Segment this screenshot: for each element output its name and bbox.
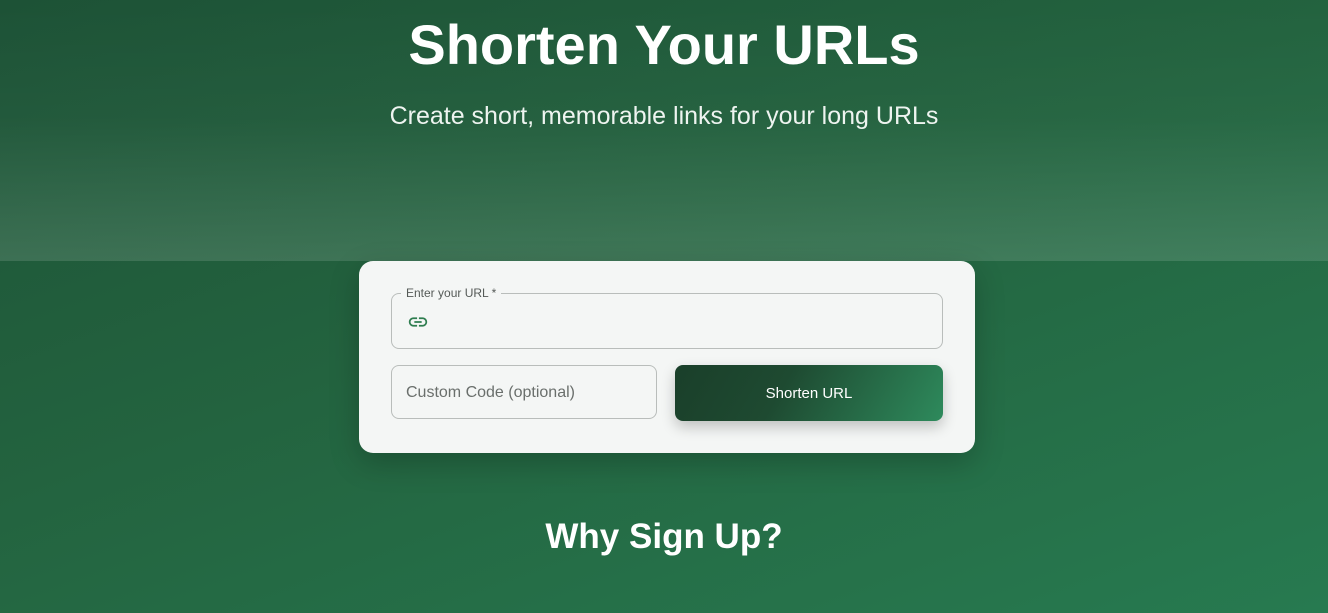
shorten-url-button[interactable]: Shorten URL (675, 365, 943, 421)
url-field-label: Enter your URL * (401, 286, 502, 301)
url-field[interactable]: Enter your URL * (391, 286, 943, 349)
link-icon (408, 317, 428, 327)
why-sign-up-heading: Why Sign Up? (545, 517, 783, 556)
shorten-form-card: Enter your URL * Shorten URL (359, 261, 975, 453)
custom-code-input[interactable] (404, 374, 648, 412)
hero-subtitle: Create short, memorable links for your l… (389, 102, 939, 130)
custom-code-field[interactable] (391, 365, 657, 419)
hero-title: Shorten Your URLs (408, 13, 920, 76)
url-input[interactable] (440, 302, 934, 342)
